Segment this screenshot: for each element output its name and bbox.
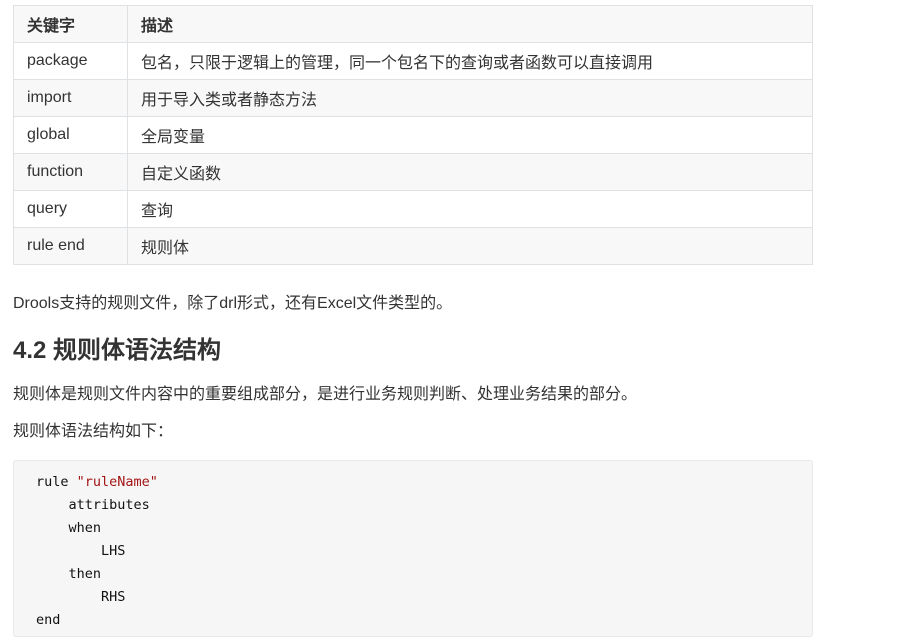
cell-description: 用于导入类或者静态方法 (127, 79, 813, 117)
cell-keyword: function (13, 153, 128, 191)
paragraph-syntax-lead: 规则体语法结构如下： (13, 423, 174, 440)
table-row: query 查询 (13, 190, 813, 228)
code-string-rulename: "ruleName" (76, 474, 158, 490)
section-heading: 4.2 规则体语法结构 (13, 337, 222, 364)
cell-keyword: package (13, 42, 128, 80)
paragraph-drools-formats: Drools支持的规则文件，除了drl形式，还有Excel文件类型的。 (13, 295, 453, 312)
cell-keyword: rule end (13, 227, 128, 265)
keyword-table: 关键字 描述 package 包名，只限于逻辑上的管理，同一个包名下的查询或者函… (13, 5, 813, 265)
cell-keyword: global (13, 116, 128, 154)
table-row: rule end 规则体 (13, 227, 813, 265)
code-line-4: LHS (36, 543, 126, 559)
cell-description: 查询 (127, 190, 813, 228)
table-row: global 全局变量 (13, 116, 813, 154)
code-keyword-rule: rule (36, 474, 77, 490)
code-line-7: end (36, 612, 61, 628)
code-line-6: RHS (36, 589, 126, 605)
code-line-5: then (36, 566, 102, 582)
code-line-1: rule "ruleName" (36, 471, 790, 494)
table-header-row: 关键字 描述 (13, 5, 813, 43)
code-line-3: when (36, 520, 102, 536)
cell-description: 包名，只限于逻辑上的管理，同一个包名下的查询或者函数可以直接调用 (127, 42, 813, 80)
cell-keyword: import (13, 79, 128, 117)
cell-keyword: query (13, 190, 128, 228)
header-keyword: 关键字 (13, 5, 128, 43)
cell-description: 自定义函数 (127, 153, 813, 191)
code-line-2: attributes (36, 497, 150, 513)
header-description: 描述 (127, 5, 813, 43)
table-row: function 自定义函数 (13, 153, 813, 191)
code-block: rule "ruleName" attributes when LHS then… (13, 460, 813, 637)
cell-description: 规则体 (127, 227, 813, 265)
table-row: import 用于导入类或者静态方法 (13, 79, 813, 117)
table-row: package 包名，只限于逻辑上的管理，同一个包名下的查询或者函数可以直接调用 (13, 42, 813, 80)
paragraph-rule-body-intro: 规则体是规则文件内容中的重要组成部分，是进行业务规则判断、处理业务结果的部分。 (13, 386, 638, 403)
cell-description: 全局变量 (127, 116, 813, 154)
